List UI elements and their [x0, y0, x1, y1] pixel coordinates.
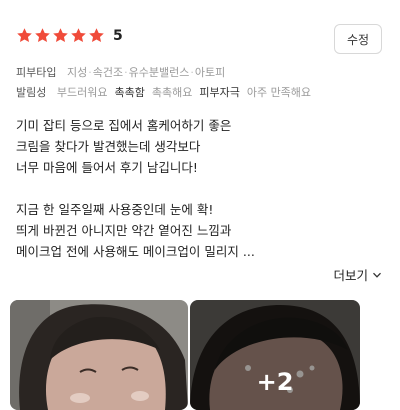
spreadability-label: 발림성	[16, 86, 47, 99]
more-button[interactable]: 더보기	[333, 265, 382, 284]
spreadability-option: 피부자극	[199, 86, 240, 99]
review-line: 너무 마음에 들어서 후기 남깁니다!	[16, 160, 198, 175]
skin-type-value: 지성	[66, 66, 88, 79]
chevron-down-icon	[373, 272, 381, 278]
star-icon	[17, 28, 32, 43]
skin-type-value: 속건조	[92, 66, 124, 79]
star-icon	[53, 28, 68, 43]
rating-row: 5	[16, 27, 123, 44]
review-photo[interactable]	[10, 300, 188, 410]
review-line: 크림을 찾다가 발견했는데 생각보다	[16, 139, 201, 154]
star-icon	[35, 28, 50, 43]
review-line: 띄게 바뀐건 아니지만 약간 옅어진 느낌과	[16, 223, 232, 238]
review-line: 지금 한 일주일째 사용중인데 눈에 확!	[16, 202, 214, 217]
star-rating	[16, 27, 105, 44]
review-line: 메이크업 전에 사용해도 메이크업이 밀리지 ...	[16, 244, 255, 259]
spreadability-option: 부드러워요	[56, 86, 108, 99]
more-label: 더보기	[333, 268, 368, 283]
spreadability-option: 촉촉해요	[151, 86, 193, 99]
skin-type-value: 아토피	[194, 66, 226, 79]
edit-button[interactable]: 수정	[334, 24, 382, 54]
skin-type-value: 유수분밸런스	[128, 66, 190, 79]
review-photo-more[interactable]: +2	[190, 300, 360, 410]
rating-value: 5	[113, 27, 123, 44]
spreadability-option: 아주 만족해요	[246, 86, 312, 99]
face-photo-image	[10, 300, 188, 410]
review-body: 기미 잡티 등으로 집에서 홈케어하기 좋은 크림을 찾다가 발견했는데 생각보…	[16, 115, 386, 262]
skin-type-row: 피부타입 지성·속건조·유수분밸런스·아토피	[16, 64, 225, 80]
spreadability-row: 발림성 부드러워요 촉촉함 촉촉해요 피부자극 아주 만족해요	[16, 84, 311, 100]
star-icon	[89, 28, 104, 43]
extra-photo-count: +2	[256, 368, 294, 396]
star-icon	[71, 28, 86, 43]
review-line-blank	[16, 178, 386, 199]
skin-type-label: 피부타입	[16, 66, 57, 79]
spreadability-option: 촉촉함	[114, 86, 145, 99]
skin-type-values: 지성·속건조·유수분밸런스·아토피	[66, 66, 226, 79]
review-line: 기미 잡티 등으로 집에서 홈케어하기 좋은	[16, 118, 232, 133]
